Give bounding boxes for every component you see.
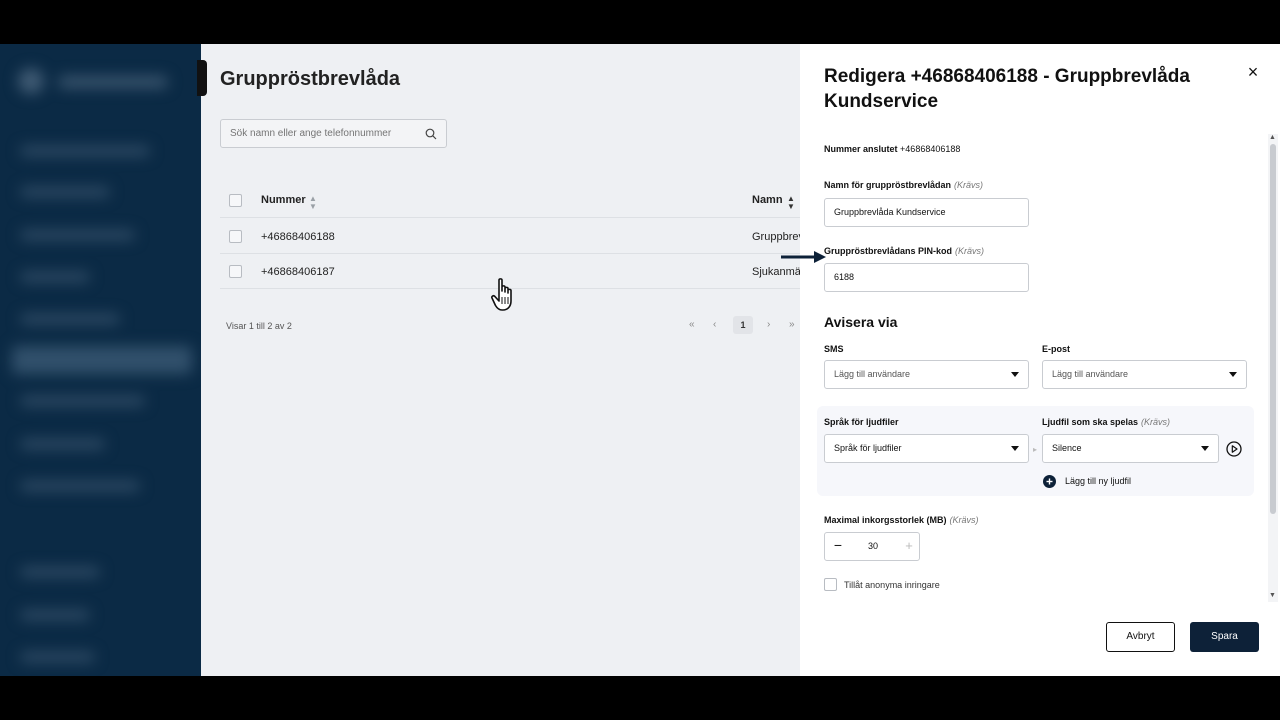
logo <box>18 68 44 94</box>
audio-file-label: Ljudfil som ska spelas (Krävs) <box>1042 417 1170 427</box>
arrow-right-icon <box>781 251 826 263</box>
max-inbox-label: Maximal inkorgsstorlek (MB) (Krävs) <box>824 515 979 525</box>
sidebar-item <box>20 481 140 491</box>
required-tag: (Krävs) <box>1141 417 1171 427</box>
anonymous-callers-checkbox[interactable] <box>824 578 837 591</box>
play-icon[interactable] <box>1226 441 1242 457</box>
scroll-thumb[interactable] <box>1270 144 1276 514</box>
page-title: Gruppröstbrevlåda <box>220 68 401 90</box>
pagination-info: Visar 1 till 2 av 2 <box>226 321 292 331</box>
scroll-up-icon[interactable]: ▲ <box>1269 134 1276 141</box>
email-label: E-post <box>1042 344 1070 354</box>
pin-input[interactable]: 6188 <box>824 263 1029 292</box>
sidebar-item-active <box>12 346 192 374</box>
sidebar-item <box>20 146 150 156</box>
sidebar-item <box>20 230 135 240</box>
table-row[interactable]: +46868406188 Gruppbrev <box>220 219 804 254</box>
current-page[interactable]: 1 <box>733 316 753 334</box>
sidebar-item <box>20 567 100 577</box>
app-frame: Gruppröstbrevlåda Nummer ▲▼ Namn ▲▼ +468… <box>0 44 1280 676</box>
row-number: +46868406188 <box>261 231 335 243</box>
column-header-name[interactable]: Namn <box>752 194 783 206</box>
close-icon[interactable]: × <box>1245 63 1261 81</box>
max-inbox-value[interactable]: 30 <box>861 541 885 551</box>
sort-icon[interactable]: ▲ ▼ <box>309 195 317 211</box>
required-tag: (Krävs) <box>954 180 984 190</box>
caret-down-icon <box>1011 372 1019 377</box>
caret-down-icon <box>1229 372 1237 377</box>
sms-select[interactable]: Lägg till användare <box>824 360 1029 389</box>
last-page-button[interactable]: » <box>789 319 795 330</box>
chevron-right-icon: ▸ <box>1033 445 1038 454</box>
plus-circle-icon[interactable] <box>1043 475 1056 488</box>
save-button[interactable]: Spara <box>1190 622 1259 652</box>
scroll-down-icon[interactable]: ▼ <box>1269 592 1276 599</box>
hand-pointer-icon <box>491 278 512 311</box>
audio-language-value: Språk för ljudfiler <box>834 443 902 453</box>
select-all-checkbox[interactable] <box>229 194 242 207</box>
row-name: Gruppbrev <box>752 231 804 243</box>
sms-label: SMS <box>824 344 844 354</box>
row-checkbox[interactable] <box>229 230 242 243</box>
audio-file-select[interactable]: Silence <box>1042 434 1219 463</box>
edit-drawer: Redigera +46868406188 - Gruppbrevlåda Ku… <box>800 44 1280 676</box>
required-tag: (Krävs) <box>949 515 979 525</box>
sort-icon[interactable]: ▲ ▼ <box>787 195 795 211</box>
increment-button[interactable]: + <box>902 539 916 553</box>
title-accent <box>197 60 207 96</box>
row-checkbox[interactable] <box>229 265 242 278</box>
sidebar <box>0 44 201 676</box>
pin-label: Gruppröstbrevlådans PIN-kod (Krävs) <box>824 246 984 256</box>
mailbox-name-label-text: Namn för gruppröstbrevlådan <box>824 180 952 190</box>
row-name: Sjukanmäl <box>752 266 804 278</box>
drawer-scrollbar[interactable]: ▲ ▼ <box>1268 134 1280 602</box>
logo-text <box>58 76 168 88</box>
search-input[interactable] <box>221 120 411 147</box>
mailbox-name-input[interactable]: Gruppbrevlåda Kundservice <box>824 198 1029 227</box>
caret-down-icon <box>1201 446 1209 451</box>
email-select[interactable]: Lägg till användare <box>1042 360 1247 389</box>
search-icon[interactable] <box>425 128 437 140</box>
connected-number-label: Nummer anslutet <box>824 144 898 154</box>
table-header: Nummer ▲ ▼ Namn ▲ ▼ <box>220 184 800 218</box>
add-audio-file-button[interactable]: Lägg till ny ljudfil <box>1065 476 1131 486</box>
connected-number-value: +46868406188 <box>900 144 961 154</box>
search-box[interactable] <box>220 119 447 148</box>
max-inbox-label-text: Maximal inkorgsstorlek (MB) <box>824 515 947 525</box>
mailbox-name-label: Namn för gruppröstbrevlådan (Krävs) <box>824 180 983 190</box>
caret-down-icon <box>1011 446 1019 451</box>
audio-language-label: Språk för ljudfiler <box>824 417 899 427</box>
sidebar-item <box>20 652 95 662</box>
audio-file-value: Silence <box>1052 443 1082 453</box>
sidebar-item <box>20 396 145 406</box>
column-header-number[interactable]: Nummer <box>261 194 306 206</box>
first-page-button[interactable]: « <box>689 319 695 330</box>
email-select-value: Lägg till användare <box>1052 369 1129 379</box>
pin-label-text: Gruppröstbrevlådans PIN-kod <box>824 246 953 256</box>
sidebar-item <box>20 187 110 197</box>
sms-select-value: Lägg till användare <box>834 369 911 379</box>
audio-language-select[interactable]: Språk för ljudfiler <box>824 434 1029 463</box>
notify-heading: Avisera via <box>824 314 898 330</box>
decrement-button[interactable]: − <box>831 538 845 553</box>
prev-page-button[interactable]: ‹ <box>713 319 716 330</box>
sidebar-item <box>20 272 90 282</box>
list-page: Gruppröstbrevlåda Nummer ▲▼ Namn ▲▼ +468… <box>197 44 804 676</box>
cancel-button[interactable]: Avbryt <box>1106 622 1175 652</box>
sidebar-blurred-content <box>0 44 201 676</box>
anonymous-callers-label[interactable]: Tillåt anonyma inringare <box>844 580 940 590</box>
audio-file-label-text: Ljudfil som ska spelas <box>1042 417 1139 427</box>
connected-number: Nummer anslutet +46868406188 <box>824 144 960 154</box>
required-tag: (Krävs) <box>955 246 985 256</box>
sidebar-item <box>20 439 105 449</box>
next-page-button[interactable]: › <box>767 319 770 330</box>
drawer-title: Redigera +46868406188 - Gruppbrevlåda Ku… <box>824 66 1190 112</box>
max-inbox-stepper[interactable]: − 30 + <box>824 532 920 561</box>
row-number: +46868406187 <box>261 266 335 278</box>
sidebar-item <box>20 314 120 324</box>
sidebar-item <box>20 610 90 620</box>
